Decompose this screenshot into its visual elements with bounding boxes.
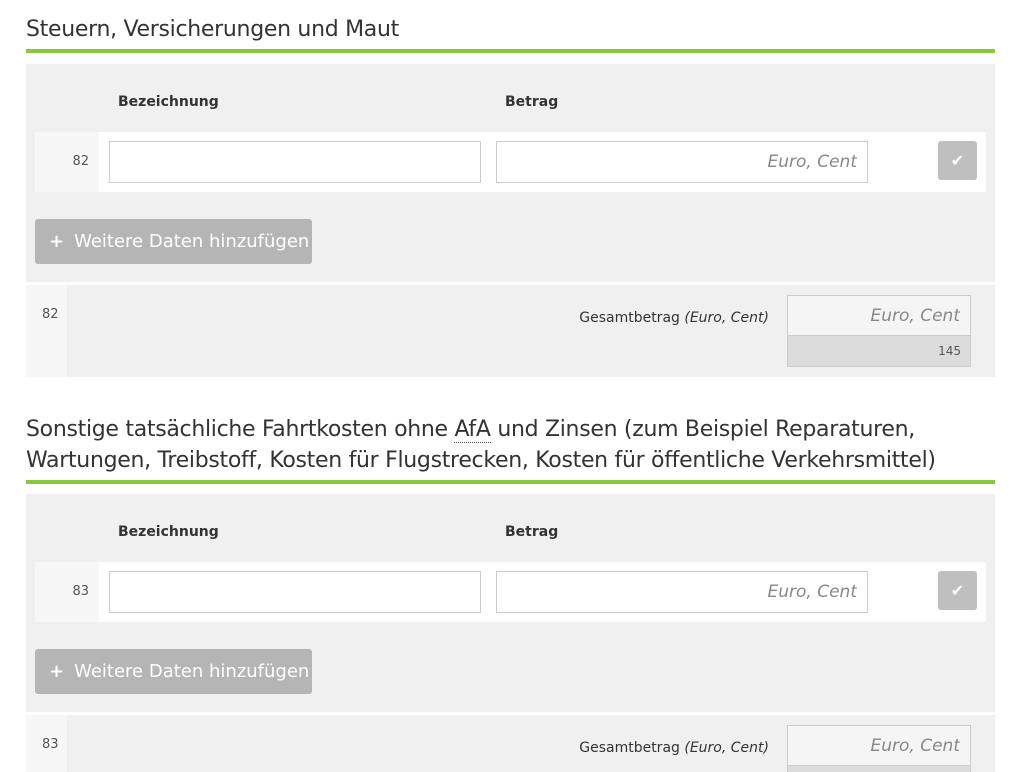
- field-code: 145: [787, 336, 971, 367]
- plus-icon: +: [49, 661, 65, 682]
- section-title-taxes: Steuern, Versicherungen und Maut: [26, 17, 399, 42]
- add-more-data-label: Weitere Daten hinzufügen: [74, 661, 310, 682]
- column-header-name: Bezeichnung: [118, 94, 219, 110]
- entry-row: 83 ✔: [35, 562, 986, 622]
- section-divider: [26, 480, 995, 484]
- abbreviation-afa: AfA: [454, 417, 491, 443]
- total-row-number: 82: [26, 285, 67, 377]
- section-title-part1: Sonstige tatsächliche Fahrtkosten ohne: [26, 417, 455, 442]
- field-code: [787, 766, 971, 772]
- name-input[interactable]: [109, 141, 481, 183]
- column-header-amount: Betrag: [505, 524, 559, 540]
- column-header-name: Bezeichnung: [118, 524, 219, 540]
- total-label: Gesamtbetrag (Euro, Cent): [579, 740, 769, 756]
- row-number: 82: [35, 132, 99, 192]
- total-label: Gesamtbetrag (Euro, Cent): [579, 310, 769, 326]
- entry-panel-taxes: Bezeichnung Betrag 82 ✔ + Weitere Daten h…: [26, 64, 995, 282]
- row-number: 83: [35, 562, 99, 622]
- checkmark-icon: ✔: [950, 581, 965, 600]
- column-header-amount: Betrag: [505, 94, 559, 110]
- plus-icon: +: [49, 231, 65, 252]
- total-panel-taxes: 82 Gesamtbetrag (Euro, Cent) 145: [26, 285, 995, 377]
- amount-input[interactable]: [496, 571, 868, 613]
- total-label-text: Gesamtbetrag: [579, 310, 680, 326]
- add-more-data-button[interactable]: + Weitere Daten hinzufügen: [35, 649, 312, 694]
- total-panel-other-costs: 83 Gesamtbetrag (Euro, Cent): [26, 715, 995, 772]
- confirm-button[interactable]: ✔: [938, 141, 977, 180]
- entry-panel-other-costs: Bezeichnung Betrag 83 ✔ + Weitere Daten h…: [26, 494, 995, 712]
- add-more-data-label: Weitere Daten hinzufügen: [74, 231, 310, 252]
- total-amount-field: [787, 725, 971, 766]
- total-amount-field: [787, 295, 971, 336]
- amount-input[interactable]: [496, 141, 868, 183]
- section-divider: [26, 49, 995, 53]
- name-input[interactable]: [109, 571, 481, 613]
- section-title-other-costs: Sonstige tatsächliche Fahrtkosten ohne A…: [26, 414, 986, 476]
- total-label-text: Gesamtbetrag: [579, 740, 680, 756]
- page: Steuern, Versicherungen und Maut Bezeich…: [0, 0, 1024, 772]
- confirm-button[interactable]: ✔: [938, 571, 977, 610]
- entry-row: 82 ✔: [35, 132, 986, 192]
- total-row-number: 83: [26, 715, 67, 772]
- total-label-unit: (Euro, Cent): [684, 740, 769, 756]
- add-more-data-button[interactable]: + Weitere Daten hinzufügen: [35, 219, 312, 264]
- total-label-unit: (Euro, Cent): [684, 310, 769, 326]
- checkmark-icon: ✔: [950, 151, 965, 170]
